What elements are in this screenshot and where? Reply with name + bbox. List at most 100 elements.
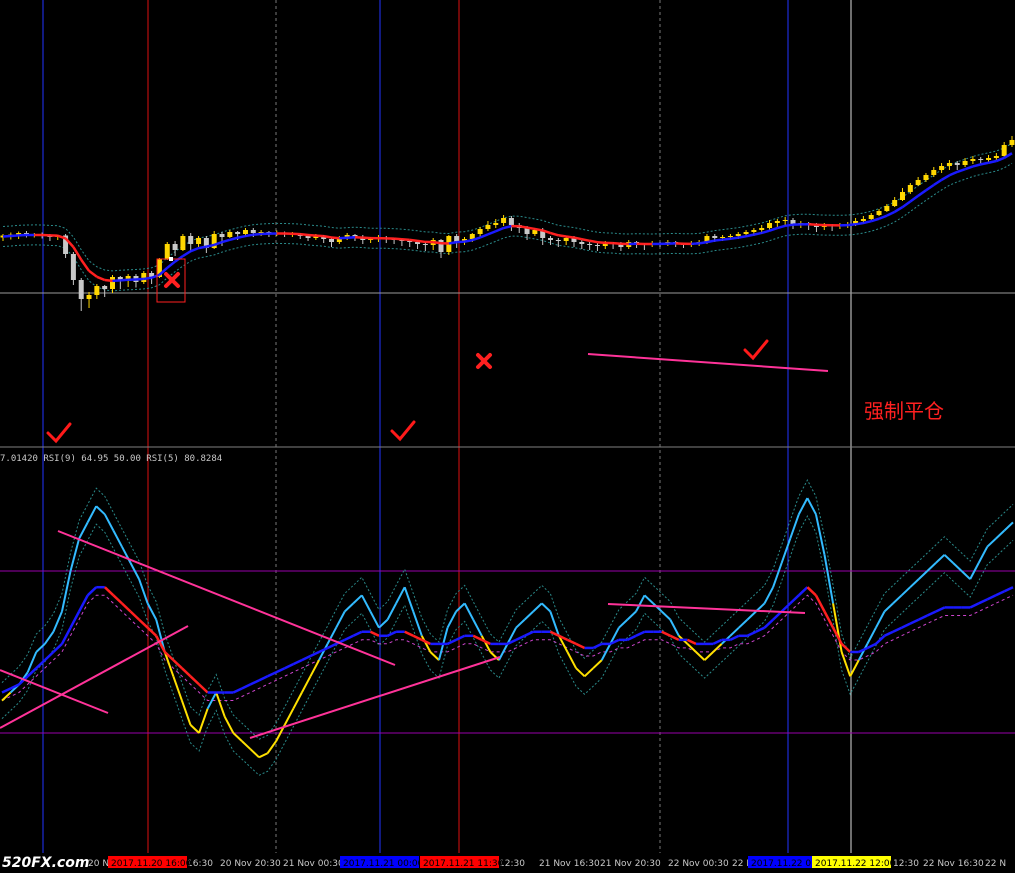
trend-segment: [315, 234, 324, 238]
trend-segment: [581, 237, 590, 243]
x-axis-marker-label: 2017.11.21 00:00: [343, 859, 424, 869]
candle-body: [970, 159, 976, 161]
candle-body: [532, 230, 538, 234]
trend-segment: [698, 240, 708, 245]
candle-body: [915, 180, 921, 185]
trend-segment: [237, 234, 246, 239]
x-axis-label: 22 N: [985, 859, 1006, 869]
candle-body: [939, 166, 945, 170]
candle-body: [720, 237, 726, 238]
trend-segment: [980, 161, 989, 166]
candle-body: [727, 236, 733, 237]
candle-body: [946, 163, 952, 166]
trend-segment: [565, 235, 575, 239]
trend-segment: [401, 237, 410, 242]
trading-chart[interactable]: 强制平仓 7.01420 RSI(9) 64.95 50.00 RSI(5) 8…: [0, 0, 1015, 873]
candle-body: [712, 236, 718, 238]
trend-segment: [104, 278, 113, 283]
x-axis-marker-label: 2017.11.20 16:00: [111, 859, 192, 869]
candle-body: [501, 218, 507, 223]
candle-body: [1001, 145, 1007, 156]
candle-body: [485, 225, 491, 229]
candle-body: [70, 254, 76, 280]
candle-body: [962, 161, 968, 165]
x-axis-label: 20 Nov 20:30: [220, 859, 281, 869]
candle-body: [422, 244, 428, 245]
candle-body: [876, 211, 882, 215]
x-axis-label: 21 Nov 20:30: [600, 859, 661, 869]
candle-body: [548, 238, 554, 240]
trend-segment: [331, 236, 340, 240]
candle-body: [102, 286, 108, 289]
trend-segment: [464, 238, 473, 243]
trend-segment: [745, 233, 755, 238]
x-axis-label: 20 N: [88, 859, 109, 869]
candle-body: [555, 240, 561, 241]
candle-body: [767, 223, 773, 228]
candle-body: [743, 232, 749, 234]
x-axis-label: 12:30: [893, 859, 919, 869]
candle-body: [579, 242, 585, 244]
candle-body: [774, 221, 780, 223]
trend-segment: [393, 237, 402, 241]
trend-segment: [120, 278, 129, 282]
trend-segment: [597, 240, 606, 245]
candle-body: [751, 230, 757, 232]
x-axis-label: 21 Nov 00:30: [283, 859, 344, 869]
annotation-text: 强制平仓: [864, 399, 944, 423]
trend-segment: [206, 243, 215, 248]
candle-body: [94, 286, 100, 295]
candle-body: [227, 232, 233, 237]
candle-body: [188, 236, 194, 244]
candle-body: [735, 234, 741, 236]
trend-segment: [855, 221, 864, 226]
trend-segment: [753, 231, 762, 236]
trend-segment: [722, 237, 731, 241]
candle-body: [172, 244, 178, 250]
candle-body: [329, 239, 335, 242]
trend-segment: [526, 226, 536, 231]
candle-body: [508, 218, 514, 225]
trend-segment: [245, 233, 254, 238]
box-handle: [169, 257, 173, 261]
candle-body: [954, 163, 960, 165]
candle-body: [78, 280, 84, 299]
trend-segment: [362, 236, 371, 240]
candle-body: [993, 156, 999, 158]
trend-segment: [339, 236, 348, 240]
trend-segment: [323, 234, 332, 239]
x-axis-label: 22 Nov 00:30: [668, 859, 729, 869]
trend-segment: [573, 236, 583, 241]
trend-segment: [558, 234, 567, 238]
candle-body: [242, 230, 248, 234]
trend-segment: [409, 238, 418, 243]
chart-background: [0, 0, 1015, 873]
trend-segment: [519, 224, 528, 229]
candle-body: [782, 220, 788, 221]
trend-segment: [589, 239, 598, 244]
candle-body: [587, 244, 593, 245]
candle-body: [493, 223, 499, 225]
candle-body: [594, 245, 600, 246]
candle-body: [931, 170, 937, 175]
candle-body: [180, 236, 186, 250]
trend-segment: [10, 234, 19, 238]
trend-segment: [433, 240, 442, 245]
trend-segment: [112, 279, 121, 283]
watermark: 520FX.com: [2, 855, 89, 871]
candle-body: [759, 228, 765, 230]
candle-body: [86, 295, 92, 299]
candle-body: [899, 192, 905, 200]
x-axis-label: 21 Nov 16:30: [539, 859, 600, 869]
trend-segment: [347, 235, 356, 239]
trend-segment: [863, 219, 872, 225]
trend-segment: [135, 277, 144, 281]
candle-body: [235, 232, 241, 234]
candle-body: [219, 234, 225, 237]
candle-body: [868, 215, 874, 219]
candle-body: [860, 219, 866, 221]
trend-segment: [417, 239, 426, 244]
candle-body: [1009, 140, 1015, 145]
trend-segment: [143, 276, 152, 281]
candle-body: [923, 175, 929, 180]
